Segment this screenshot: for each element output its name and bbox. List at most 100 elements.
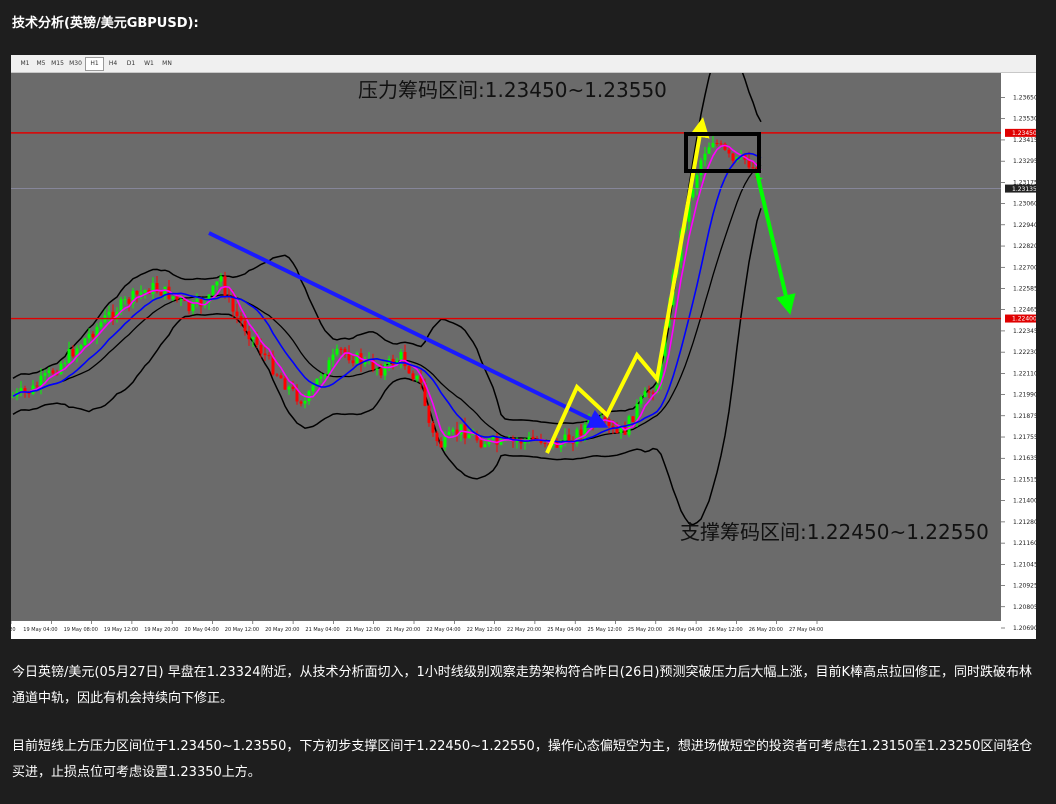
candle-body xyxy=(107,311,111,316)
candle-body xyxy=(251,337,255,340)
timeframe-m5[interactable]: M5 xyxy=(33,57,49,71)
candle-body xyxy=(223,276,227,296)
price-tick-label: 1.21280 xyxy=(1013,519,1036,526)
price-chart[interactable]: M1 M5 M15 M30 H1 H4 D1 W1 MN 1.23650 1.23530 1.234… xyxy=(11,55,1036,639)
timeframe-toolbar: M1 M5 M15 M30 H1 H4 D1 W1 MN xyxy=(11,55,1036,73)
candle-body xyxy=(71,349,75,357)
candle-body xyxy=(339,348,343,350)
support-zone-label: 支撑筹码区间:1.22450~1.22550 xyxy=(680,520,989,544)
candle-body xyxy=(175,296,179,300)
time-tick-label: 26 May 04:00 xyxy=(668,627,702,633)
candle-body xyxy=(211,285,215,295)
candle-body xyxy=(255,337,259,345)
timeframe-h4[interactable]: H4 xyxy=(104,57,122,71)
candle-body xyxy=(431,422,435,433)
candle-body xyxy=(647,391,651,393)
analysis-paragraph-1: 今日英镑/美元(05月27日) 早盘在1.23324附近，从技术分析面切入，1小… xyxy=(12,665,1032,706)
price-tick-label: 1.21400 xyxy=(1013,498,1036,505)
candle-body xyxy=(603,417,607,420)
candle-body xyxy=(711,143,715,148)
candle-body xyxy=(439,441,443,448)
time-tick-label: 21 May 04:00 xyxy=(305,627,339,633)
price-tick-label: 1.22585 xyxy=(1013,285,1036,292)
candle-body xyxy=(531,436,535,440)
candle-body xyxy=(631,416,635,422)
price-tick-label: 1.22465 xyxy=(1013,307,1036,314)
candle-body xyxy=(515,441,519,443)
candle-body xyxy=(643,391,647,397)
candle-body xyxy=(191,303,195,312)
time-tick-label: 25 May 04:00 xyxy=(547,627,581,633)
candle-body xyxy=(615,429,619,433)
time-tick-label: 19 May 20:00 xyxy=(144,627,178,633)
candle-body xyxy=(319,376,323,379)
candle-body xyxy=(479,440,483,448)
candle-body xyxy=(467,434,471,439)
candle-body xyxy=(707,147,711,154)
price-tick-label: 1.21635 xyxy=(1013,455,1036,462)
candle-body xyxy=(215,281,219,286)
time-tick-label: 21 May 20:00 xyxy=(386,627,420,633)
time-tick-label: 19 May 08:00 xyxy=(64,627,98,633)
time-tick-label: 27 May 04:00 xyxy=(789,627,823,633)
candle-body xyxy=(231,297,235,312)
candle-body xyxy=(495,437,499,445)
price-tick-label: 1.22700 xyxy=(1013,264,1036,271)
candle-body xyxy=(99,322,103,327)
candle-body xyxy=(275,374,279,376)
timeframe-m1[interactable]: M1 xyxy=(17,57,33,71)
resistance-price-label: 1.23450 xyxy=(1012,130,1036,137)
price-tick-label: 1.22345 xyxy=(1013,328,1036,335)
candle-body xyxy=(307,391,311,401)
candle-body xyxy=(751,167,755,169)
candle-body xyxy=(43,373,47,376)
candle-body xyxy=(407,366,411,374)
candle-body xyxy=(135,290,139,295)
candle-body xyxy=(179,299,183,301)
candle-body xyxy=(259,344,263,354)
time-tick-label: 22 May 20:00 xyxy=(507,627,541,633)
candle-body xyxy=(599,417,603,419)
time-tick-label: 20 May 12:00 xyxy=(225,627,259,633)
time-tick-label: 19 May 12:00 xyxy=(104,627,138,633)
time-tick-label: 25 May 20:00 xyxy=(628,627,662,633)
time-tick-label: 25 May 12:00 xyxy=(588,627,622,633)
candle-body xyxy=(651,392,655,394)
candle-body xyxy=(331,354,335,361)
candle-body xyxy=(427,405,431,423)
candle-body xyxy=(267,355,271,357)
price-tick-label: 1.21990 xyxy=(1013,392,1036,399)
candle-body xyxy=(291,386,295,389)
timeframe-m30[interactable]: M30 xyxy=(66,57,85,71)
candle-body xyxy=(47,370,51,373)
candle-body xyxy=(87,333,91,339)
candle-body xyxy=(151,283,155,294)
candle-body xyxy=(143,290,147,293)
candle-body xyxy=(579,429,583,436)
timeframe-w1[interactable]: W1 xyxy=(140,57,158,71)
timeframe-d1[interactable]: D1 xyxy=(122,57,140,71)
time-tick-label: 20 May 20:00 xyxy=(265,627,299,633)
candle-body xyxy=(279,375,283,379)
timeframe-mn[interactable]: MN xyxy=(158,57,176,71)
time-tick-label: 22 May 12:00 xyxy=(467,627,501,633)
timeframe-h1[interactable]: H1 xyxy=(85,57,104,71)
candle-body xyxy=(335,348,339,355)
price-tick-label: 1.21875 xyxy=(1013,413,1036,420)
candle-body xyxy=(435,432,439,442)
candle-body xyxy=(411,373,415,380)
candle-body xyxy=(19,388,23,392)
candle-body xyxy=(63,362,67,364)
candle-body xyxy=(79,345,83,349)
candle-body xyxy=(715,143,719,144)
price-tick-label: 1.21160 xyxy=(1013,540,1036,547)
candle-body xyxy=(731,153,735,161)
candle-body xyxy=(23,388,27,392)
time-tick-label: 20 May 04:00 xyxy=(185,627,219,633)
chart-plot-area[interactable]: 1.236501.235301.234151.232951.231751.230… xyxy=(11,73,1036,639)
candle-body xyxy=(447,431,451,435)
candle-body xyxy=(727,149,731,154)
candle-body xyxy=(311,385,315,392)
timeframe-m15[interactable]: M15 xyxy=(49,57,66,71)
candle-body xyxy=(283,378,287,390)
